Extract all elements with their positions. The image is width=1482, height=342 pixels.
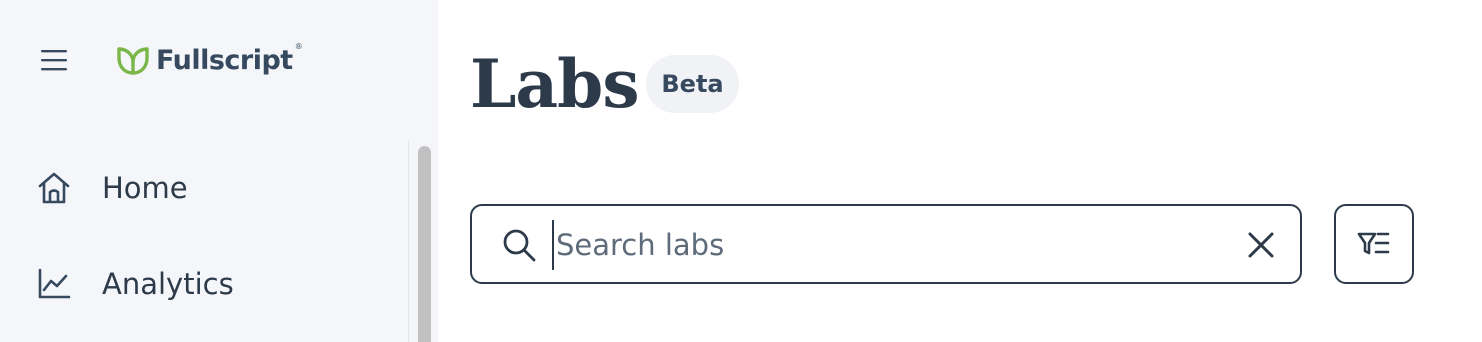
menu-toggle-button[interactable] (34, 42, 74, 78)
app-root: Fullscript ® Home Analytics Labs Beta Se… (0, 0, 1482, 342)
sidebar: Fullscript ® Home Analytics (0, 0, 438, 342)
analytics-chart-icon (36, 266, 72, 302)
logo-registered-mark: ® (294, 42, 303, 51)
search-icon[interactable] (500, 226, 538, 264)
filter-list-icon (1357, 232, 1390, 255)
search-box (470, 204, 1302, 284)
home-icon (36, 170, 72, 206)
sidebar-item-analytics[interactable]: Analytics (0, 236, 408, 332)
beta-badge: Beta (646, 55, 739, 113)
sidebar-scrollbar[interactable] (418, 146, 431, 342)
close-icon (1248, 232, 1274, 258)
clear-search-button[interactable] (1242, 226, 1280, 264)
main-content: Labs Beta (438, 0, 1482, 342)
search-input[interactable] (552, 220, 1222, 270)
filter-button[interactable] (1334, 204, 1414, 284)
sidebar-item-label: Home (102, 171, 188, 205)
hamburger-icon (41, 50, 67, 71)
logo-text: Fullscript (156, 44, 293, 76)
fullscript-logo[interactable]: Fullscript ® (116, 40, 303, 80)
page-title: Labs (470, 45, 639, 123)
sidebar-item-label: Analytics (102, 267, 234, 301)
sidebar-divider (408, 140, 409, 342)
sidebar-item-home[interactable]: Home (0, 140, 408, 236)
leaf-logo-icon (117, 47, 149, 75)
